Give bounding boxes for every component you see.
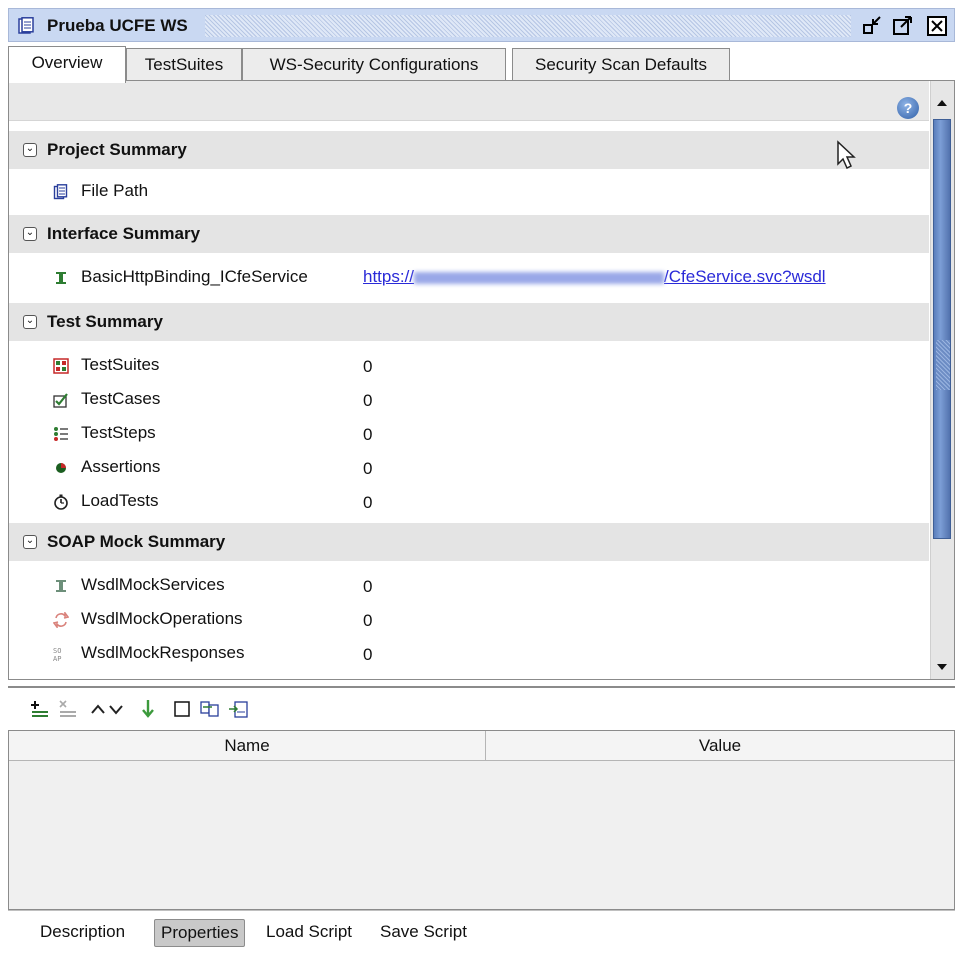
tab-save-script[interactable]: Save Script <box>374 919 473 947</box>
testcase-icon <box>53 393 68 408</box>
row-label: Assertions <box>81 457 161 476</box>
soap-mock-summary-header[interactable]: ⌄ SOAP Mock Summary <box>9 523 929 561</box>
mock-response-icon: SO AP <box>53 647 61 662</box>
column-header-value[interactable]: Value <box>486 731 954 761</box>
overview-panel: ? ⌄ Project Summary File Path ⌄ Interfac… <box>8 80 955 680</box>
maximize-panel-icon[interactable] <box>891 14 915 38</box>
move-up-icon[interactable] <box>88 699 108 719</box>
collapse-icon[interactable]: ⌄ <box>23 227 37 241</box>
interface-name: BasicHttpBinding_ICfeService <box>81 267 308 286</box>
testcases-row: TestCases 0 <box>9 383 929 417</box>
file-path-label: File Path <box>81 181 149 200</box>
svg-text:AP: AP <box>53 655 61 662</box>
title-bar: Prueba UCFE WS <box>8 8 955 42</box>
column-header-name[interactable]: Name <box>9 731 485 761</box>
row-value: 0 <box>363 493 373 512</box>
mock-operation-icon <box>53 612 69 628</box>
help-icon[interactable]: ? <box>897 97 919 119</box>
row-value: 0 <box>363 645 373 664</box>
scroll-up-icon[interactable] <box>934 95 950 111</box>
properties-table-header: Name Value <box>9 731 954 761</box>
mouse-cursor-icon <box>837 140 856 170</box>
section-title: Project Summary <box>47 140 187 159</box>
save-properties-icon[interactable] <box>228 699 248 719</box>
interface-row: BasicHttpBinding_ICfeService https:///Cf… <box>9 261 929 295</box>
splitter[interactable] <box>8 686 955 688</box>
redacted-host <box>414 271 665 284</box>
section-title: Test Summary <box>47 312 163 331</box>
add-property-icon[interactable] <box>30 699 50 719</box>
row-label: LoadTests <box>81 491 159 510</box>
svg-text:SO: SO <box>53 647 61 655</box>
collapse-icon[interactable]: ⌄ <box>23 315 37 329</box>
row-value: 0 <box>363 611 373 630</box>
title-bar-grip[interactable] <box>205 15 851 37</box>
row-value: 0 <box>363 425 373 444</box>
mock-operations-row: WsdlMockOperations 0 <box>9 603 929 637</box>
assertion-icon <box>56 463 66 473</box>
scroll-grip <box>936 340 950 390</box>
loadtests-row: LoadTests 0 <box>9 485 929 519</box>
scroll-thumb[interactable] <box>933 119 951 539</box>
tab-testsuites[interactable]: TestSuites <box>126 48 242 82</box>
row-label: WsdlMockResponses <box>81 643 245 662</box>
file-path-row: File Path <box>9 175 929 209</box>
interface-icon <box>56 272 66 284</box>
tab-load-script[interactable]: Load Script <box>260 919 358 947</box>
tab-description[interactable]: Description <box>34 919 131 947</box>
interface-summary-header[interactable]: ⌄ Interface Summary <box>9 215 929 253</box>
row-value: 0 <box>363 391 373 410</box>
row-value: 0 <box>363 357 373 376</box>
bottom-tab-bar: Description Properties Load Script Save … <box>8 910 955 952</box>
move-down-icon[interactable] <box>106 699 126 719</box>
row-label: WsdlMockServices <box>81 575 225 594</box>
overview-toolbar: ? <box>9 81 929 121</box>
tab-ws-security-configurations[interactable]: WS-Security Configurations <box>242 48 506 82</box>
row-value: 0 <box>363 577 373 596</box>
project-icon <box>18 17 34 34</box>
mock-responses-row: SO AP WsdlMockResponses 0 <box>9 637 929 671</box>
tab-properties[interactable]: Properties <box>154 919 246 947</box>
window-title: Prueba UCFE WS <box>47 16 188 35</box>
tab-overview[interactable]: Overview <box>8 46 126 83</box>
teststeps-row: TestSteps 0 <box>9 417 929 451</box>
close-icon[interactable] <box>925 14 949 38</box>
project-file-icon <box>53 184 68 200</box>
project-summary-header[interactable]: ⌄ Project Summary <box>9 131 929 169</box>
row-label: TestSteps <box>81 423 156 442</box>
checkbox-icon[interactable] <box>172 699 192 719</box>
remove-property-icon[interactable] <box>58 699 78 719</box>
test-summary-header[interactable]: ⌄ Test Summary <box>9 303 929 341</box>
sort-down-icon[interactable] <box>138 699 158 719</box>
testsuite-icon <box>53 358 69 374</box>
section-title: Interface Summary <box>47 224 201 243</box>
minimize-panel-icon[interactable] <box>861 14 885 38</box>
testsuites-row: TestSuites 0 <box>9 349 929 383</box>
section-title: SOAP Mock Summary <box>47 532 226 551</box>
row-label: WsdlMockOperations <box>81 609 243 628</box>
properties-table: Name Value <box>8 730 955 910</box>
properties-toolbar <box>8 690 955 726</box>
row-label: TestCases <box>81 389 161 408</box>
row-label: TestSuites <box>81 355 160 374</box>
collapse-icon[interactable]: ⌄ <box>23 535 37 549</box>
tab-security-scan-defaults[interactable]: Security Scan Defaults <box>512 48 730 82</box>
scroll-down-icon[interactable] <box>934 659 950 675</box>
tab-bar: Overview TestSuites WS-Security Configur… <box>8 42 933 83</box>
loadtest-icon <box>54 494 68 510</box>
collapse-icon[interactable]: ⌄ <box>23 143 37 157</box>
teststeps-icon <box>54 427 68 441</box>
load-properties-icon[interactable] <box>200 699 220 719</box>
mock-service-icon <box>56 580 66 592</box>
wsdl-url-link[interactable]: https:///CfeService.svc?wsdl <box>363 267 826 287</box>
row-value: 0 <box>363 459 373 478</box>
assertions-row: Assertions 0 <box>9 451 929 485</box>
mock-services-row: WsdlMockServices 0 <box>9 569 929 603</box>
vertical-scrollbar[interactable] <box>930 81 954 679</box>
